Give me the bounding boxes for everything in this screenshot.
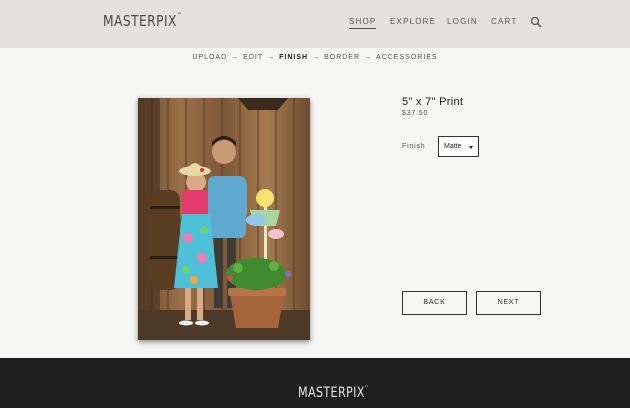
footer-logo[interactable]: MASTERPIX™ [298, 385, 369, 401]
product-price: $37.50 [402, 110, 429, 117]
nav-login[interactable]: LOGIN [447, 17, 478, 26]
step-finish[interactable]: FINISH [279, 54, 308, 61]
nav-shop[interactable]: SHOP [349, 17, 377, 29]
site-logo[interactable]: MASTERPIX™ [103, 12, 182, 30]
step-border[interactable]: BORDER [324, 54, 360, 61]
nav-cart[interactable]: CART [491, 17, 517, 26]
step-arrow: → [231, 54, 240, 61]
step-arrow: → [364, 54, 373, 61]
step-arrow: → [312, 54, 321, 61]
step-accessories[interactable]: ACCESSORIES [376, 54, 438, 61]
search-icon[interactable] [530, 16, 542, 28]
site-footer: MASTERPIX™ [0, 358, 630, 408]
finish-select[interactable]: Matte [438, 136, 479, 157]
finish-label: Finish [402, 143, 426, 150]
nav-explore[interactable]: EXPLORE [390, 17, 436, 26]
step-breadcrumb: UPLOAD → EDIT → FINISH → BORDER → ACCESSORIES [0, 54, 630, 61]
caret-down-icon [469, 146, 473, 149]
finish-selected-value: Matte [444, 143, 462, 150]
step-upload[interactable]: UPLOAD [192, 54, 227, 61]
back-button[interactable]: BACK [402, 291, 467, 315]
print-preview-photo [138, 98, 310, 340]
product-title: 5" x 7" Print [402, 96, 464, 108]
step-arrow: → [267, 54, 276, 61]
step-edit[interactable]: EDIT [243, 54, 263, 61]
site-header: MASTERPIX™ SHOP EXPLORE LOGIN CART [0, 0, 630, 48]
next-button[interactable]: NEXT [476, 291, 541, 315]
